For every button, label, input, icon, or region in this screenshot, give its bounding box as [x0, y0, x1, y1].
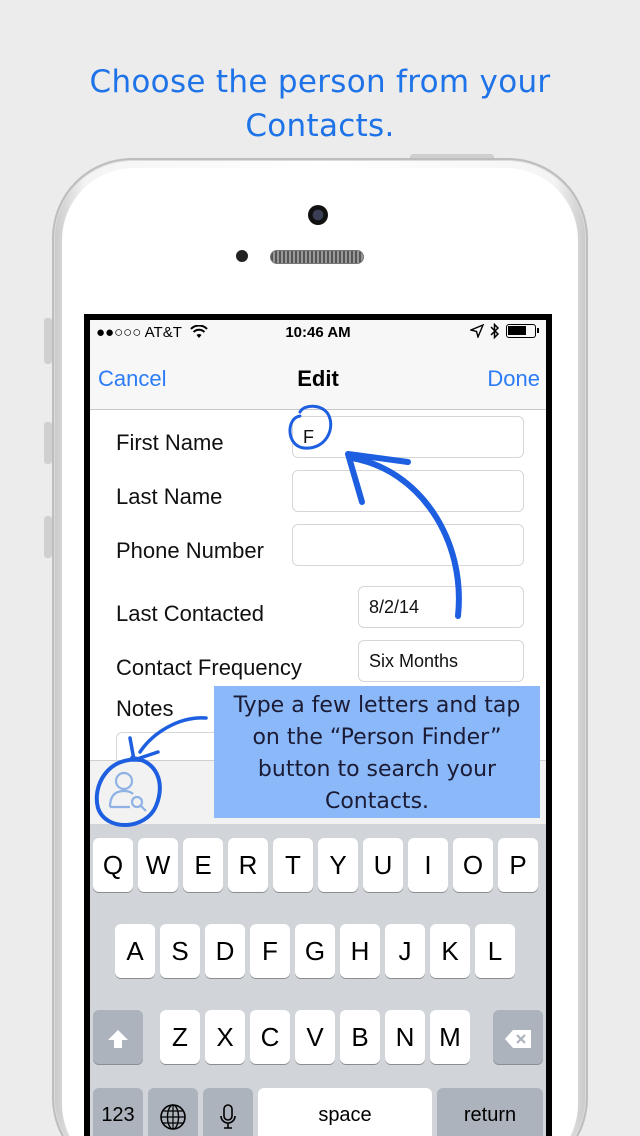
first-name-label: First Name	[116, 430, 224, 455]
key-c[interactable]: C	[250, 1010, 290, 1064]
battery-icon	[506, 324, 539, 338]
shift-key[interactable]	[93, 1010, 143, 1064]
earpiece-speaker	[270, 250, 364, 264]
tooltip-callout: Type a few letters and tap on the “Perso…	[214, 686, 540, 818]
last-contacted-label: Last Contacted	[116, 601, 264, 626]
keyboard: Q W E R T Y U I O P A S D F G H J K L Z …	[90, 824, 546, 1136]
last-contacted-value: 8/2/14	[369, 597, 420, 617]
key-j[interactable]: J	[385, 924, 425, 978]
notes-label: Notes	[116, 696, 174, 721]
location-arrow-icon	[470, 324, 484, 338]
key-d[interactable]: D	[205, 924, 245, 978]
page-title: Edit	[297, 366, 339, 391]
key-e[interactable]: E	[183, 838, 223, 892]
front-camera	[308, 205, 328, 225]
key-h[interactable]: H	[340, 924, 380, 978]
person-finder-icon[interactable]	[104, 767, 152, 815]
key-f[interactable]: F	[250, 924, 290, 978]
proximity-sensor	[236, 250, 248, 262]
last-contacted-field[interactable]: 8/2/14	[358, 586, 524, 628]
backspace-key[interactable]	[493, 1010, 543, 1064]
key-l[interactable]: L	[475, 924, 515, 978]
key-t[interactable]: T	[273, 838, 313, 892]
key-i[interactable]: I	[408, 838, 448, 892]
key-u[interactable]: U	[363, 838, 403, 892]
volume-up-button	[44, 422, 52, 464]
status-right	[470, 323, 539, 339]
app-screen: ●●○○○ AT&T 10:46 AM Cancel Edit Done Fir…	[90, 320, 546, 1136]
mute-switch	[44, 318, 52, 364]
volume-down-button	[44, 516, 52, 558]
microphone-icon	[220, 1104, 236, 1129]
contact-frequency-field[interactable]: Six Months	[358, 640, 524, 682]
key-n[interactable]: N	[385, 1010, 425, 1064]
phone-number-field[interactable]	[292, 524, 524, 566]
backspace-icon	[505, 1030, 531, 1049]
shift-icon	[108, 1030, 128, 1049]
phone-screen: ●●○○○ AT&T 10:46 AM Cancel Edit Done Fir…	[84, 314, 552, 1136]
key-k[interactable]: K	[430, 924, 470, 978]
bluetooth-icon	[490, 323, 500, 339]
contact-frequency-value: Six Months	[369, 651, 459, 671]
key-z[interactable]: Z	[160, 1010, 200, 1064]
key-q[interactable]: Q	[93, 838, 133, 892]
contact-frequency-label: Contact Frequency	[116, 655, 302, 680]
last-name-field[interactable]	[292, 470, 524, 512]
key-a[interactable]: A	[115, 924, 155, 978]
key-r[interactable]: R	[228, 838, 268, 892]
key-x[interactable]: X	[205, 1010, 245, 1064]
key-g[interactable]: G	[295, 924, 335, 978]
first-name-field[interactable]: F	[292, 416, 524, 458]
headline-line-1: Choose the person from your	[89, 64, 551, 100]
key-s[interactable]: S	[160, 924, 200, 978]
phone-number-label: Phone Number	[116, 538, 264, 563]
key-y[interactable]: Y	[318, 838, 358, 892]
key-w[interactable]: W	[138, 838, 178, 892]
key-m[interactable]: M	[430, 1010, 470, 1064]
numbers-key[interactable]: 123	[93, 1088, 143, 1136]
return-key[interactable]: return	[437, 1088, 543, 1136]
dictation-key[interactable]	[203, 1088, 253, 1136]
status-bar: ●●○○○ AT&T 10:46 AM	[90, 320, 546, 346]
last-name-label: Last Name	[116, 484, 223, 509]
key-v[interactable]: V	[295, 1010, 335, 1064]
headline: Choose the person from your Contacts.	[0, 60, 640, 148]
navigation-bar: Cancel Edit Done	[90, 346, 546, 410]
headline-line-2: Contacts.	[245, 108, 395, 144]
globe-icon	[160, 1104, 186, 1130]
key-b[interactable]: B	[340, 1010, 380, 1064]
globe-key[interactable]	[148, 1088, 198, 1136]
done-button[interactable]: Done	[487, 366, 540, 392]
key-p[interactable]: P	[498, 838, 538, 892]
first-name-value: F	[303, 427, 314, 447]
key-o[interactable]: O	[453, 838, 493, 892]
space-key[interactable]: space	[258, 1088, 432, 1136]
